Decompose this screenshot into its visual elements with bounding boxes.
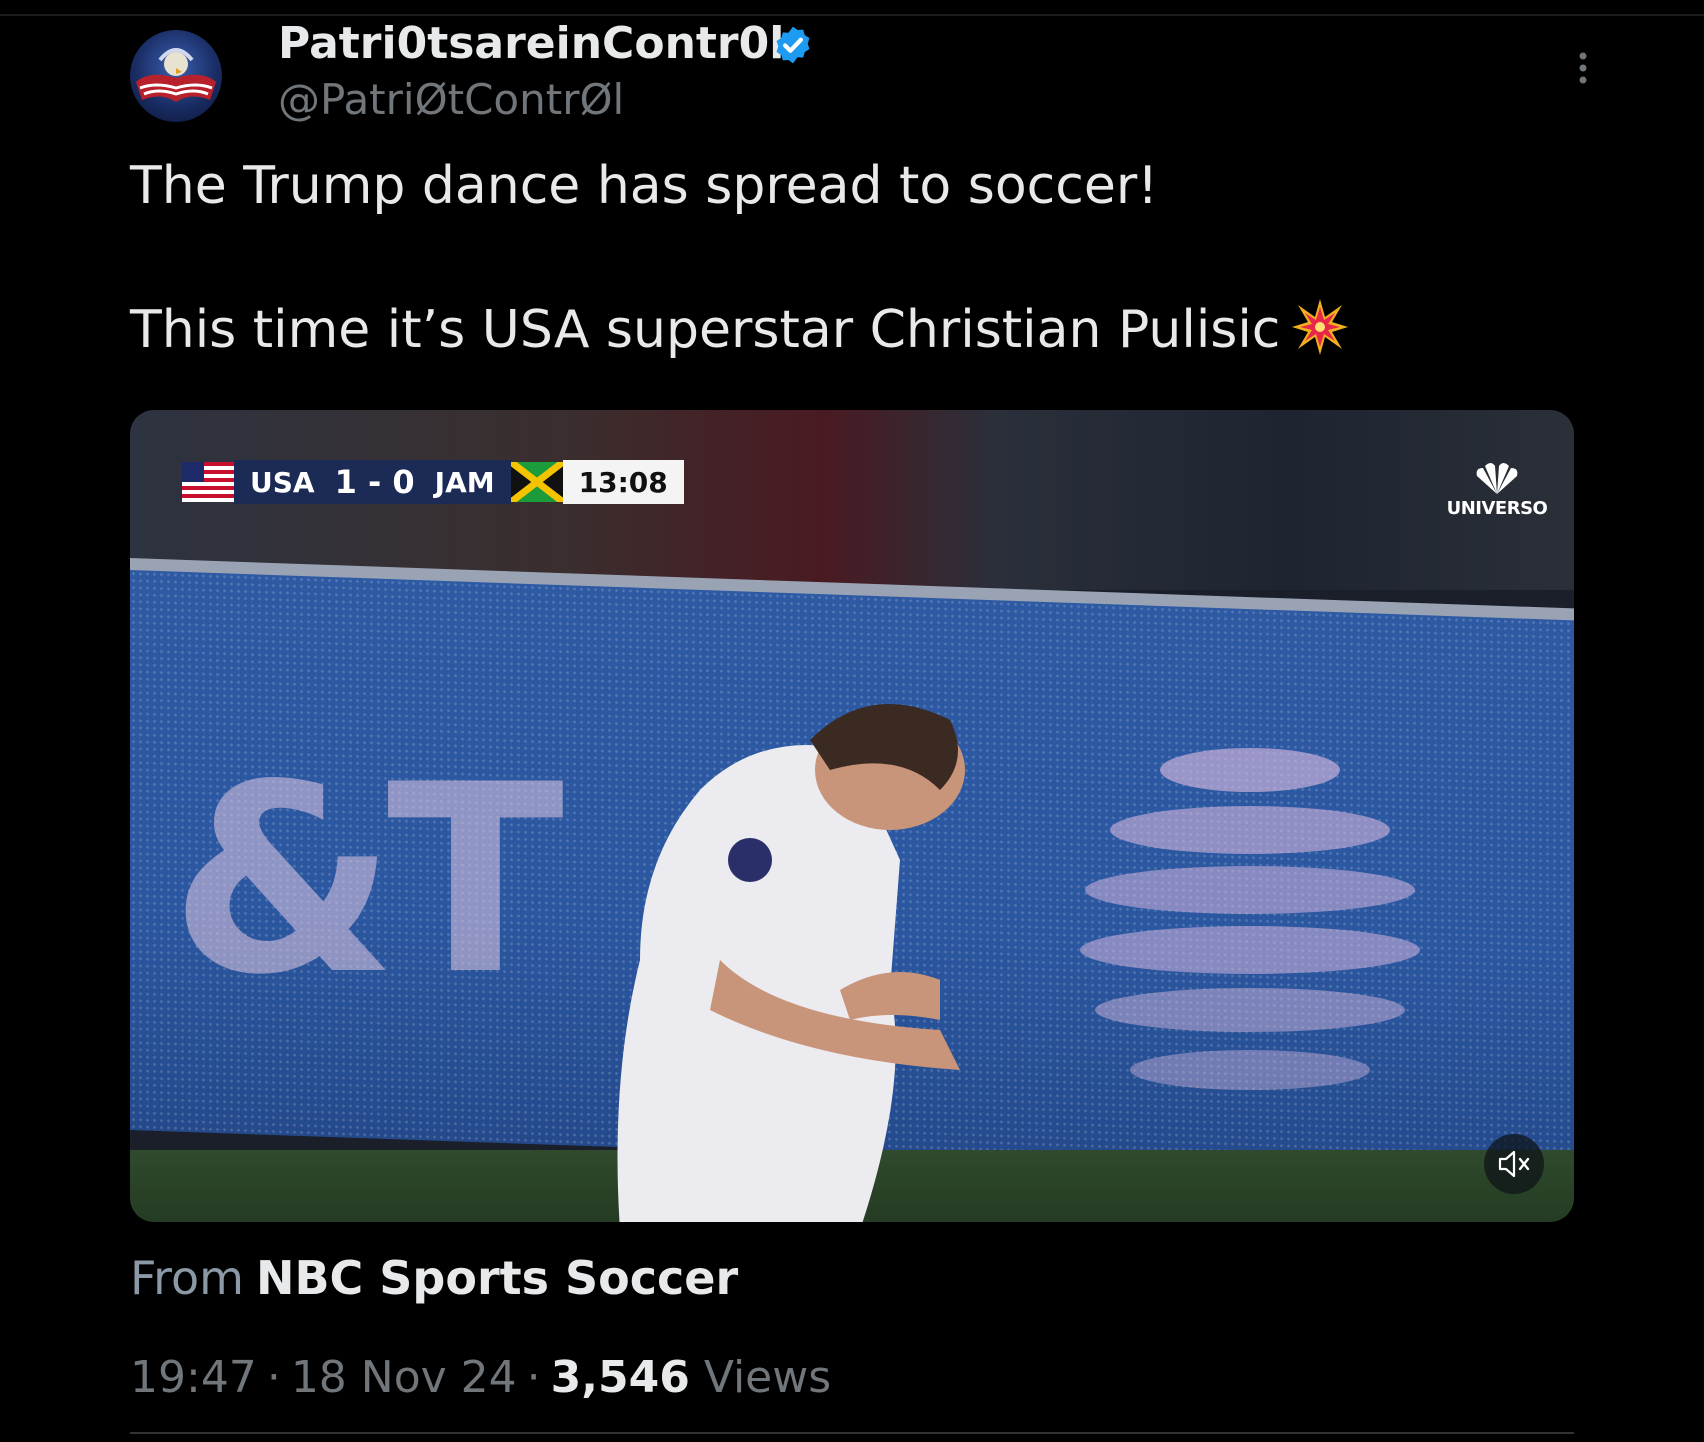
views-label: Views	[703, 1352, 832, 1403]
player-figure	[617, 704, 965, 1222]
tweet-line-1: The Trump dance has spread to soccer!	[130, 156, 1159, 216]
muted-speaker-icon	[1498, 1150, 1530, 1178]
media-attribution: From NBC Sports Soccer	[130, 1248, 738, 1308]
network-name: UNIVERSO	[1446, 498, 1548, 519]
author-display-name[interactable]: Patri0tsareinContr0l	[278, 14, 784, 74]
top-divider	[0, 14, 1704, 16]
attribution-source-link[interactable]: NBC Sports Soccer	[256, 1251, 738, 1305]
author-avatar[interactable]	[130, 30, 222, 122]
tweet-line-2-text: This time it’s USA superstar Christian P…	[130, 300, 1281, 360]
network-logo: UNIVERSO	[1442, 462, 1552, 519]
mute-toggle-button[interactable]	[1484, 1134, 1544, 1194]
tweet-time[interactable]: 19:47	[130, 1352, 257, 1403]
scoreboard-teams: USA 1 - 0 JAM	[234, 460, 511, 504]
match-score: 1 - 0	[334, 463, 415, 501]
bottom-divider	[130, 1432, 1574, 1434]
usa-flag-icon	[182, 462, 234, 502]
tweet-line-2: This time it’s USA superstar Christian P…	[130, 294, 1590, 366]
verified-badge-icon	[776, 26, 810, 64]
jamaica-flag-icon	[510, 462, 563, 502]
video-player[interactable]: &T USA 1 - 0 JAM 13:08 UNIVERSO	[130, 410, 1574, 1222]
eagle-flag-avatar-icon	[136, 48, 216, 102]
globe-logo-graphic	[1080, 748, 1420, 1090]
team-away-label: JAM	[434, 465, 495, 499]
meta-separator: ·	[266, 1352, 281, 1403]
match-clock: 13:08	[562, 460, 684, 504]
ad-board-lettering: &T	[170, 730, 564, 1032]
tweet-text: The Trump dance has spread to soccer! Th…	[130, 150, 1590, 366]
tweet-metadata: 19:47 · 18 Nov 24 · 3,546 Views	[130, 1348, 831, 1408]
meta-separator: ·	[526, 1352, 541, 1403]
views-count: 3,546	[550, 1352, 690, 1403]
attribution-prefix: From	[130, 1251, 244, 1305]
scorebug: USA 1 - 0 JAM 13:08	[182, 460, 684, 504]
tweet-date[interactable]: 18 Nov 24	[291, 1352, 517, 1403]
author-handle[interactable]: @PatriØtContrØl	[278, 72, 624, 128]
more-options-icon[interactable]	[1570, 48, 1596, 88]
collision-emoji-icon	[1292, 299, 1349, 355]
peacock-icon	[1476, 463, 1518, 494]
team-home-label: USA	[250, 465, 315, 499]
